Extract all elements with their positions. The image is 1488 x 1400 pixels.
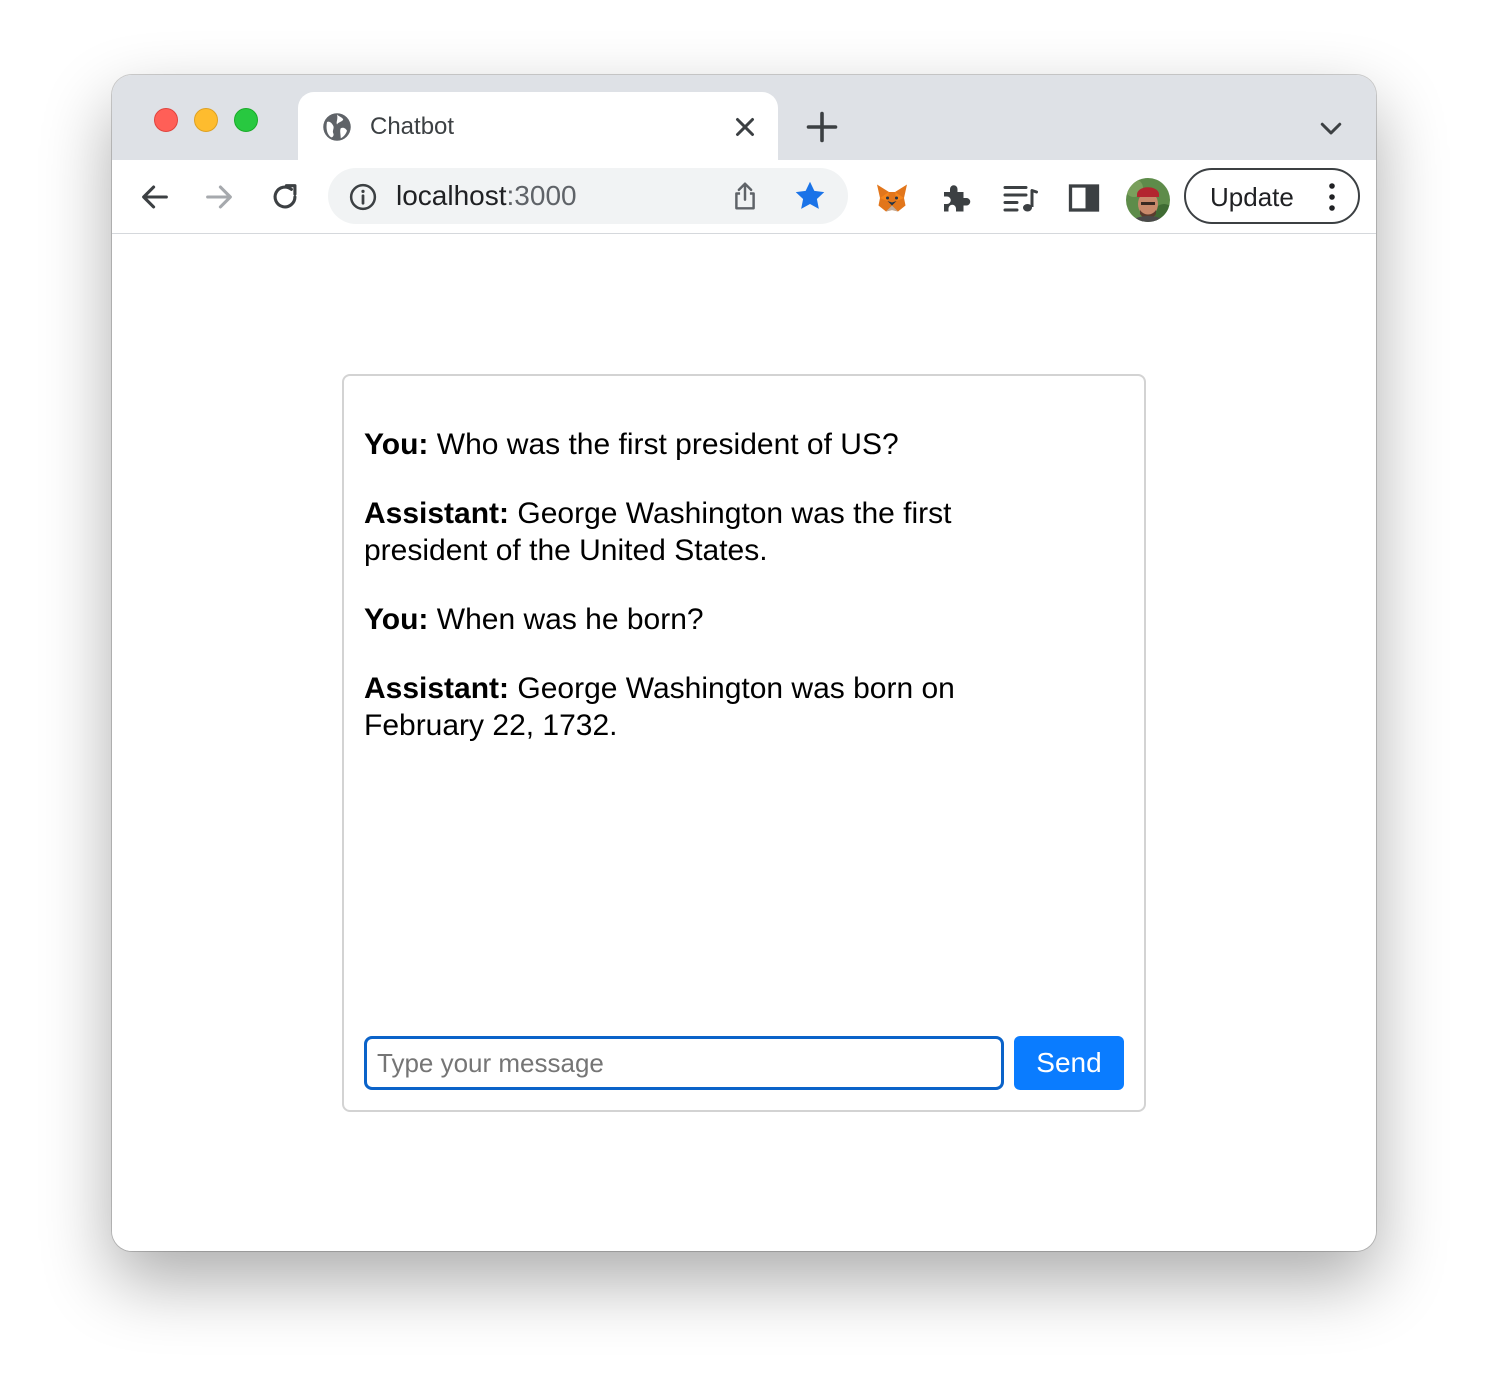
chat-container: You: Who was the first president of US? …	[342, 374, 1146, 1112]
message-list: You: Who was the first president of US? …	[364, 426, 1064, 776]
message-speaker: Assistant:	[364, 497, 510, 530]
metamask-fox-icon[interactable]	[874, 180, 910, 216]
message-text: When was he born?	[428, 603, 704, 636]
reload-icon[interactable]	[268, 180, 302, 214]
message-speaker: You:	[364, 603, 429, 636]
chat-message: Assistant: George Washington was born on…	[364, 670, 1064, 744]
tab-title: Chatbot	[370, 113, 455, 140]
forward-arrow-icon[interactable]	[202, 180, 236, 214]
globe-icon	[323, 113, 351, 141]
update-label: Update	[1210, 182, 1294, 212]
browser-window: Chatbot localhost:3000 Update You: Who w…	[112, 75, 1376, 1251]
bookmark-star-icon[interactable]	[792, 178, 828, 214]
message-text: Who was the first president of US?	[428, 428, 899, 461]
info-icon[interactable]	[348, 182, 378, 212]
chat-message: You: When was he born?	[364, 601, 1064, 638]
close-window-button[interactable]	[154, 108, 178, 132]
maximize-window-button[interactable]	[234, 108, 258, 132]
send-button[interactable]: Send	[1014, 1036, 1124, 1090]
more-vertical-icon[interactable]	[1324, 182, 1340, 212]
page-content: You: Who was the first president of US? …	[112, 234, 1376, 1251]
update-button[interactable]: Update	[1184, 168, 1360, 224]
minimize-window-button[interactable]	[194, 108, 218, 132]
browser-toolbar: localhost:3000 Update	[112, 160, 1376, 234]
chat-message: You: Who was the first president of US?	[364, 426, 1064, 463]
address-bar[interactable]: localhost:3000	[328, 168, 848, 224]
extensions-puzzle-icon[interactable]	[938, 180, 974, 216]
side-panel-icon[interactable]	[1066, 180, 1102, 216]
message-input[interactable]	[364, 1036, 1004, 1090]
close-tab-icon[interactable]	[730, 112, 760, 142]
url-text: localhost:3000	[396, 180, 577, 212]
chat-message: Assistant: George Washington was the fir…	[364, 495, 1064, 569]
message-speaker: You:	[364, 428, 429, 461]
back-arrow-icon[interactable]	[138, 180, 172, 214]
url-host: localhost	[396, 180, 507, 211]
media-queue-icon[interactable]	[1002, 180, 1038, 216]
new-tab-icon[interactable]	[804, 109, 840, 145]
tab-strip: Chatbot	[112, 75, 1376, 161]
profile-avatar[interactable]	[1126, 178, 1170, 222]
share-icon[interactable]	[730, 180, 760, 212]
url-port: :3000	[506, 180, 577, 211]
chevron-down-icon[interactable]	[1316, 113, 1346, 143]
profile-photo-icon	[1126, 178, 1170, 222]
message-speaker: Assistant:	[364, 672, 510, 705]
tab-chatbot[interactable]: Chatbot	[298, 92, 778, 161]
